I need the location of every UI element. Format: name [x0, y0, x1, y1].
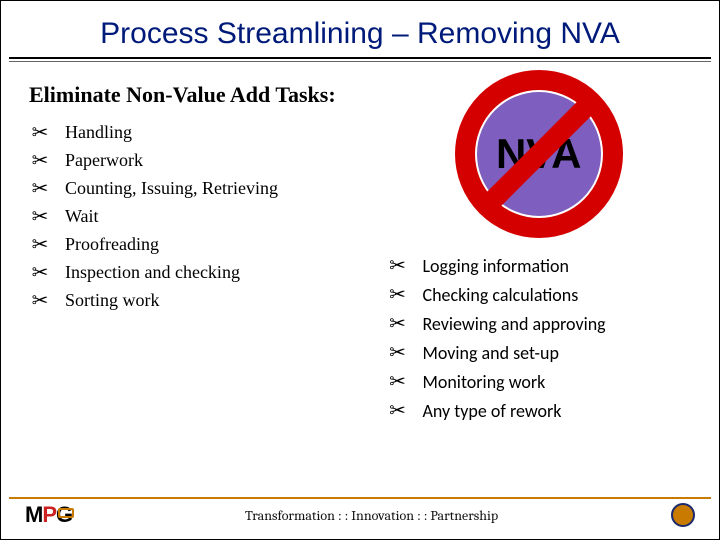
item-label: Moving and set-up — [422, 342, 558, 364]
left-column: Eliminate Non-Value Add Tasks: ✂ Handling… — [29, 76, 386, 497]
list-item: ✂ Reviewing and approving — [386, 313, 605, 335]
title-rule — [9, 57, 711, 59]
scissors-icon: ✂ — [29, 179, 51, 199]
scissors-icon: ✂ — [29, 151, 51, 171]
scissors-icon: ✂ — [29, 123, 51, 143]
subtitle: Eliminate Non-Value Add Tasks: — [29, 82, 386, 108]
scissors-icon: ✂ — [386, 343, 408, 363]
item-label: Paperwork — [65, 150, 143, 171]
list-item: ✂ Inspection and checking — [29, 262, 386, 283]
item-label: Checking calculations — [422, 284, 578, 306]
list-item: ✂ Paperwork — [29, 150, 386, 171]
scissors-icon: ✂ — [29, 207, 51, 227]
item-label: Logging information — [422, 255, 568, 277]
scissors-icon: ✂ — [386, 285, 408, 305]
scissors-icon: ✂ — [386, 314, 408, 334]
item-label: Wait — [65, 206, 99, 227]
nva-prohibited-badge: NVA — [455, 70, 623, 238]
left-list: ✂ Handling ✂ Paperwork ✂ Counting, Issuing,… — [29, 122, 386, 311]
scissors-icon: ✂ — [386, 372, 408, 392]
list-item: ✂ Wait — [29, 206, 386, 227]
list-item: ✂ Counting, Issuing, Retrieving — [29, 178, 386, 199]
slide-body: Eliminate Non-Value Add Tasks: ✂ Handling… — [29, 76, 691, 497]
logo-letter-m: M — [25, 502, 42, 528]
footer-seal-icon — [671, 503, 695, 527]
list-item: ✂ Any type of rework — [386, 400, 605, 422]
list-item: ✂ Moving and set-up — [386, 342, 605, 364]
item-label: Monitoring work — [422, 371, 545, 393]
logo-letter-p: P — [42, 502, 56, 528]
item-label: Handling — [65, 122, 132, 143]
logo-letter-g: G — [56, 502, 72, 528]
right-column: NVA ✂Logging information ✂Checking calcu… — [386, 76, 691, 497]
footer-line: M P G Transformation : : Innovation : : … — [9, 501, 711, 529]
item-label: Proofreading — [65, 234, 159, 255]
scissors-icon: ✂ — [386, 401, 408, 421]
mpc-logo: M P G — [25, 502, 72, 528]
scissors-icon: ✂ — [386, 256, 408, 276]
item-label: Counting, Issuing, Retrieving — [65, 178, 278, 199]
slide: Process Streamlining – Removing NVA Elim… — [0, 0, 720, 540]
slide-title: Process Streamlining – Removing NVA — [29, 17, 691, 51]
footer-rule — [9, 497, 711, 499]
list-item: ✂ Sorting work — [29, 290, 386, 311]
right-list-wrap: ✂ Logging information ✂ Checking calculati… — [386, 248, 605, 429]
scissors-icon: ✂ — [29, 263, 51, 283]
item-label: Reviewing and approving — [422, 313, 605, 335]
list-item: ✂ Checking calculations — [386, 284, 605, 306]
item-label: Inspection and checking — [65, 262, 240, 283]
item-label: Sorting work — [65, 290, 160, 311]
item-label: Any type of rework — [422, 400, 561, 422]
list-item: ✂ Handling — [29, 122, 386, 143]
title-thin-rule — [9, 61, 711, 62]
scissors-icon: ✂ — [29, 235, 51, 255]
footer: M P G Transformation : : Innovation : : … — [9, 497, 711, 529]
list-item: ✂ Monitoring work — [386, 371, 605, 393]
scissors-icon: ✂ — [29, 291, 51, 311]
list-item: ✂ Logging information — [386, 255, 605, 277]
no-symbol-icon — [455, 70, 623, 238]
right-list: ✂ Logging information ✂ Checking calculati… — [386, 255, 605, 422]
list-item: ✂ Proofreading — [29, 234, 386, 255]
footer-text: Transformation : : Innovation : : Partne… — [72, 507, 671, 524]
